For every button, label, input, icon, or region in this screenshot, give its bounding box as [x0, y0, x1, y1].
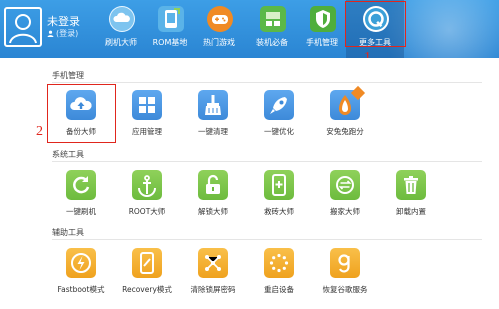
app-grid-icon: [132, 90, 162, 120]
tool-one-key-clean[interactable]: 一键清理: [182, 90, 244, 142]
highlight-box-more-tools: [345, 1, 406, 47]
section-title-system-tools: 系统工具: [52, 150, 84, 159]
nav-item-hot-games[interactable]: 热门游戏: [190, 0, 248, 58]
tool-root-master[interactable]: ROOT大师: [116, 170, 178, 222]
tool-label: Recovery模式: [122, 285, 172, 294]
tool-label: 应用管理: [132, 127, 162, 136]
section-title-auxiliary-tools: 辅助工具: [52, 228, 84, 237]
top-toolbar: 未登录 (登录) 刷机大师 ROM基地 热门游戏 装机必备 手机管理 更多工具: [0, 0, 499, 58]
tool-label: 重启设备: [264, 285, 294, 294]
nav-item-phone-manager[interactable]: 手机管理: [293, 0, 351, 58]
section-title-phone-management: 手机管理: [52, 71, 84, 80]
shield-icon: [310, 6, 336, 32]
tool-one-key-optimize[interactable]: 一键优化: [248, 90, 310, 142]
trash-icon: [396, 170, 426, 200]
unlock-icon: [198, 170, 228, 200]
restart-icon: [264, 248, 294, 278]
tool-antutu-benchmark[interactable]: 安兔兔跑分: [314, 85, 376, 142]
tool-recovery-mode[interactable]: Recovery模式: [116, 248, 178, 300]
user-icon: [9, 14, 37, 44]
annotation-number-2: 2: [36, 124, 43, 139]
tool-clear-lock-password[interactable]: 清除锁屏密码: [182, 248, 244, 300]
tool-label: 搬家大师: [330, 207, 360, 216]
tool-label: 解锁大师: [198, 207, 228, 216]
tool-label: Fastboot模式: [57, 285, 105, 294]
tool-restore-google-services[interactable]: 恢复谷歌服务: [314, 248, 376, 300]
user-name: 未登录: [47, 15, 80, 28]
tool-label: 一键清理: [198, 127, 228, 136]
rocket-icon: [264, 90, 294, 120]
login-link[interactable]: (登录): [47, 28, 78, 39]
refresh-icon: [66, 170, 96, 200]
gamepad-icon: [207, 6, 233, 32]
tool-label: 卸载内置: [396, 207, 426, 216]
antutu-icon: [330, 85, 366, 120]
nav-label: 热门游戏: [203, 38, 235, 47]
tool-label: ROOT大师: [128, 207, 166, 216]
tool-label: 一键优化: [264, 127, 294, 136]
tool-label: 清除锁屏密码: [190, 285, 236, 294]
recovery-icon: [132, 248, 162, 278]
phone-plus-icon: [264, 170, 294, 200]
transfer-icon: [330, 170, 360, 200]
section-divider: [52, 161, 482, 162]
anchor-icon: [132, 170, 162, 200]
pattern-lock-icon: [198, 248, 228, 278]
highlight-box-backup-master: [47, 84, 116, 143]
tool-label: 一键刷机: [66, 207, 96, 216]
tool-app-manager[interactable]: 应用管理: [116, 90, 178, 142]
tool-label: 救砖大师: [264, 207, 294, 216]
broom-icon: [198, 90, 228, 120]
lightning-icon: [66, 248, 96, 278]
tool-fastboot-mode[interactable]: Fastboot模式: [50, 248, 112, 300]
tool-unlock-master[interactable]: 解锁大师: [182, 170, 244, 222]
login-label: (登录): [56, 29, 79, 38]
cloud-icon: [109, 6, 135, 32]
tool-restart-device[interactable]: 重启设备: [248, 248, 310, 300]
section-divider: [52, 239, 482, 240]
apps-icon: [260, 6, 286, 32]
tool-uninstall-builtin[interactable]: 卸载内置: [380, 170, 442, 222]
tool-label: 恢复谷歌服务: [322, 285, 368, 294]
google-icon: [330, 248, 360, 278]
tool-move-master[interactable]: 搬家大师: [314, 170, 376, 222]
tool-one-key-flash[interactable]: 一键刷机: [50, 170, 112, 222]
tool-brick-rescue[interactable]: 救砖大师: [248, 170, 310, 222]
section-divider: [52, 82, 482, 83]
tool-label: 安兔兔跑分: [326, 127, 364, 136]
rom-icon: [158, 6, 184, 32]
small-user-icon: [47, 30, 54, 37]
avatar[interactable]: [4, 7, 42, 47]
nav-label: 手机管理: [306, 38, 338, 47]
